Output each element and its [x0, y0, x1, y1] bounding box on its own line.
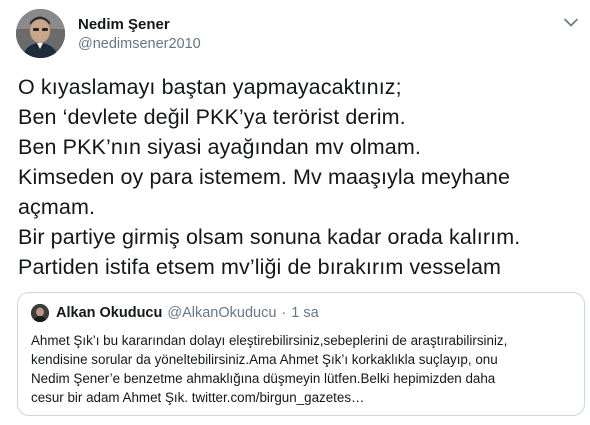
- tweet-card: Nedim Şener @nedimsener2010 O kıyaslamay…: [0, 0, 590, 425]
- tweet-line: açmam.: [18, 195, 96, 219]
- author-handle[interactable]: @nedimsener2010: [78, 35, 201, 54]
- chevron-down-icon[interactable]: [562, 13, 580, 31]
- avatar-photo: [16, 9, 65, 58]
- quoted-timestamp: 1 sa: [291, 305, 319, 321]
- author-info: Nedim Şener @nedimsener2010: [78, 15, 201, 54]
- quoted-line: Ahmet Şık’ı bu kararından dolayı eleştir…: [31, 333, 508, 348]
- quoted-line: cesur bir adam Ahmet Şık. twitter.com/bi…: [31, 390, 365, 405]
- quoted-tweet-text: Ahmet Şık’ı bu kararından dolayı eleştir…: [31, 331, 576, 407]
- quoted-line: kendisine sorular da yöneltebilirsiniz.A…: [31, 352, 498, 367]
- quoted-author-display-name: Alkan Okuducu: [56, 305, 163, 321]
- quoted-author-handle: @AlkanOkuducu: [167, 305, 277, 321]
- tweet-line: Bir partiye girmiş olsam sonuna kadar or…: [18, 225, 521, 249]
- tweet-line: Kimseden oy para istemem. Mv maaşıyla me…: [18, 165, 511, 189]
- author-avatar[interactable]: [16, 9, 65, 58]
- tweet-line: Ben ‘devlete değil PKK’ya terörist derim…: [18, 105, 406, 129]
- author-display-name[interactable]: Nedim Şener: [78, 15, 201, 34]
- tweet-text: O kıyaslamayı baştan yapmayacaktınız; Be…: [18, 72, 578, 282]
- tweet-header: Nedim Şener @nedimsener2010: [16, 9, 580, 59]
- quoted-line: Nedim Şener’e benzetme ahmaklığına düşme…: [31, 371, 496, 386]
- tweet-line: Ben PKK’nın siyasi ayağından mv olmam.: [18, 135, 421, 159]
- quoted-tweet[interactable]: Alkan Okuducu @AlkanOkuducu · 1 sa Ahmet…: [17, 292, 585, 416]
- tweet-line: O kıyaslamayı baştan yapmayacaktınız;: [18, 75, 402, 99]
- tweet-line: Partiden istifa etsem mv’liği de bırakır…: [18, 255, 502, 279]
- quoted-author-avatar: [31, 304, 49, 322]
- quoted-separator: ·: [281, 305, 287, 321]
- quoted-tweet-header: Alkan Okuducu @AlkanOkuducu · 1 sa: [31, 303, 319, 323]
